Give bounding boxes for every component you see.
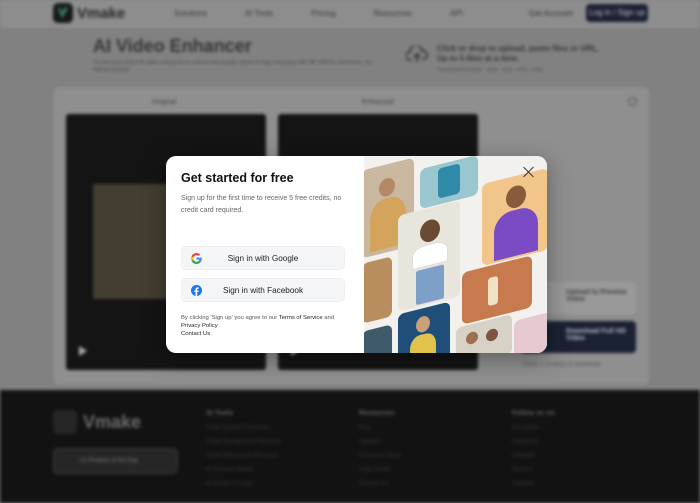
product-bottle	[488, 275, 498, 307]
person-head	[416, 314, 430, 334]
signup-form-panel: Get started for free Sign up for the fir…	[166, 156, 364, 353]
google-signin-label: Sign in with Google	[227, 254, 299, 263]
facebook-signin-button[interactable]: Sign in with Facebook	[181, 278, 345, 302]
close-modal-button[interactable]	[523, 166, 535, 178]
person-head	[486, 327, 498, 343]
person-body	[410, 331, 436, 353]
collage-photo	[462, 255, 532, 325]
facebook-signin-label: Sign in with Facebook	[222, 286, 304, 295]
person-head	[466, 330, 478, 346]
collage-photo	[398, 200, 460, 312]
privacy-policy-link[interactable]: Privacy Policy	[181, 322, 353, 330]
person-legs	[416, 264, 444, 306]
collage-photo	[482, 167, 547, 267]
collage-photo	[420, 156, 478, 210]
garment-shape	[438, 163, 460, 199]
person-head	[420, 217, 440, 245]
contact-us-link[interactable]: Contact Us	[181, 330, 353, 338]
terms-notice: By clicking 'Sign up' you agree to our T…	[181, 314, 353, 338]
person-head	[506, 183, 526, 211]
person-body	[494, 204, 538, 262]
modal-title: Get started for free	[181, 171, 294, 185]
person-head	[379, 176, 395, 199]
terms-of-service-link[interactable]: Terms of Service	[279, 315, 323, 321]
modal-subtitle: Sign up for the first time to receive 5 …	[181, 195, 342, 214]
signup-modal: Get started for free Sign up for the fir…	[166, 156, 547, 353]
google-signin-button[interactable]: Sign in with Google	[181, 246, 345, 270]
terms-and: and	[322, 315, 335, 321]
collage-photo	[514, 311, 547, 353]
promo-photo-collage	[364, 156, 547, 353]
terms-prefix: By clicking 'Sign up' you agree to our	[181, 315, 279, 321]
collage-photo	[364, 324, 392, 353]
collage-photo	[364, 256, 392, 324]
